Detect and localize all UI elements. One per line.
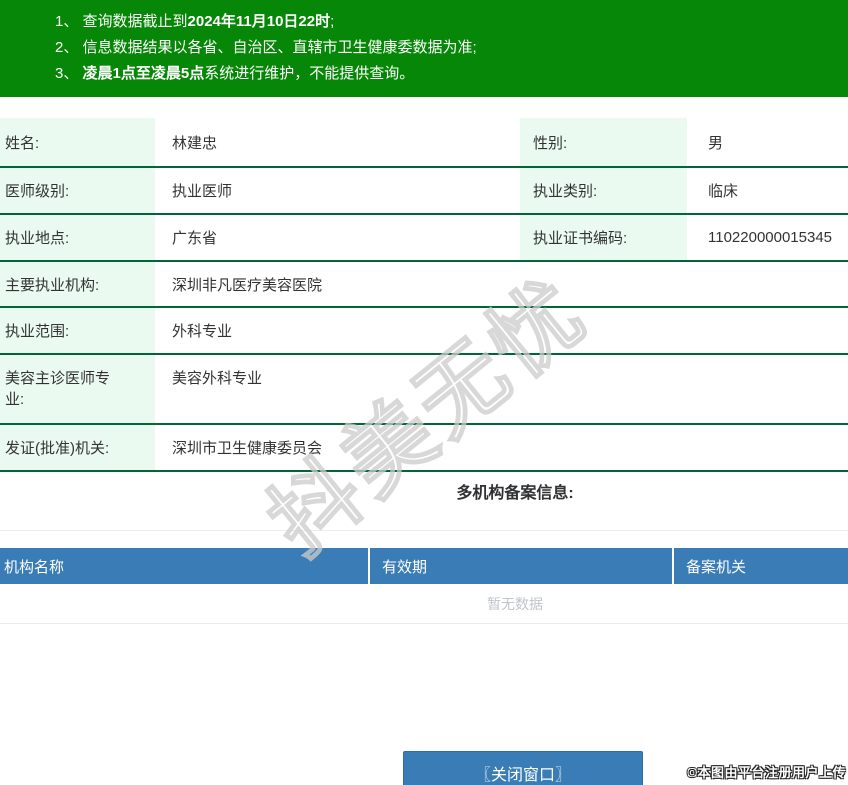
notice-1-tail: ; bbox=[330, 13, 335, 30]
empty-data-text: 暂无数据 bbox=[0, 584, 848, 624]
column-header-validity-period: 有效期 bbox=[368, 548, 672, 584]
info-row-location-certificate: 执业地点: 广东省 执业证书编码: 110220000015345 bbox=[0, 215, 848, 262]
notice-2-text: 2、 信息数据结果以各省、自治区、直辖市卫生健康委数据为准; bbox=[55, 39, 477, 56]
filing-table-header: 机构名称 有效期 备案机关 bbox=[0, 548, 848, 584]
info-row-name-gender: 姓名: 林建忠 性别: 男 bbox=[0, 118, 848, 168]
field-value-practice-category: 临床 bbox=[708, 183, 739, 200]
field-value-doctor-level: 执业医师 bbox=[172, 183, 233, 200]
notice-banner: 1、 查询数据截止到2024年11月10日22时; 2、 信息数据结果以各省、自… bbox=[0, 0, 848, 97]
column-header-filing-authority: 备案机关 bbox=[672, 548, 848, 584]
notice-line-1: 1、 查询数据截止到2024年11月10日22时; bbox=[55, 9, 848, 35]
notice-line-3: 3、 凌晨1点至凌晨5点系统进行维护，不能提供查询。 bbox=[55, 61, 848, 87]
field-label-main-institution: 主要执业机构: bbox=[0, 262, 155, 306]
field-value-gender: 男 bbox=[708, 134, 724, 152]
notice-3-text: 3、 bbox=[55, 65, 83, 82]
info-row-main-institution: 主要执业机构: 深圳非凡医疗美容医院 bbox=[0, 262, 848, 308]
field-value-certificate-number: 110220000015345 bbox=[708, 229, 833, 246]
field-label-gender: 性别: bbox=[520, 118, 687, 166]
page: 1、 查询数据截止到2024年11月10日22时; 2、 信息数据结果以各省、自… bbox=[0, 0, 848, 785]
field-label-cosmetic-specialty: 美容主诊医师专业: bbox=[0, 355, 155, 423]
section-divider bbox=[0, 530, 848, 531]
field-value-name: 林建忠 bbox=[172, 134, 218, 152]
notice-3-bold: 凌晨1点至凌晨5点 bbox=[82, 65, 205, 82]
field-value-practice-location: 广东省 bbox=[172, 230, 218, 247]
filing-section-title: 多机构备案信息: bbox=[456, 485, 574, 502]
field-value-main-institution: 深圳非凡医疗美容医院 bbox=[172, 276, 323, 294]
upload-copyright-text: ©本图由平台注册用户上传 bbox=[687, 765, 846, 780]
close-window-button[interactable]: 〖关闭窗口〗 bbox=[403, 751, 643, 785]
field-value-cosmetic-specialty: 美容外科专业 bbox=[172, 370, 263, 387]
field-label-practice-location: 执业地点: bbox=[0, 215, 155, 260]
field-label-practice-scope: 执业范围: bbox=[0, 308, 155, 353]
column-header-institution-name: 机构名称 bbox=[4, 558, 65, 576]
notice-line-2: 2、 信息数据结果以各省、自治区、直辖市卫生健康委数据为准; bbox=[55, 35, 848, 61]
field-label-certificate-number: 执业证书编码: bbox=[520, 215, 687, 260]
field-value-issuing-authority: 深圳市卫生健康委员会 bbox=[172, 440, 323, 457]
field-label-doctor-level: 医师级别: bbox=[0, 168, 155, 213]
info-row-level-category: 医师级别: 执业医师 执业类别: 临床 bbox=[0, 168, 848, 215]
notice-1-text: 1、 查询数据截止到 bbox=[55, 13, 188, 30]
field-label-practice-category: 执业类别: bbox=[520, 168, 687, 213]
info-row-cosmetic-specialty: 美容主诊医师专业: 美容外科专业 bbox=[0, 355, 848, 425]
field-value-practice-scope: 外科专业 bbox=[172, 323, 233, 340]
info-row-issuing-authority: 发证(批准)机关: 深圳市卫生健康委员会 bbox=[0, 425, 848, 472]
notice-1-bold: 2024年11月10日22时 bbox=[187, 13, 331, 30]
field-label-issuing-authority: 发证(批准)机关: bbox=[0, 425, 155, 470]
practitioner-info-table: 姓名: 林建忠 性别: 男 医师级别: 执业医师 执业类别: 临床 执业地点: … bbox=[0, 118, 848, 472]
content: 1、 查询数据截止到2024年11月10日22时; 2、 信息数据结果以各省、自… bbox=[0, 0, 848, 624]
notice-3-tail: 系统进行维护，不能提供查询。 bbox=[204, 65, 415, 82]
info-row-practice-scope: 执业范围: 外科专业 bbox=[0, 308, 848, 355]
field-label-name: 姓名: bbox=[0, 118, 155, 166]
